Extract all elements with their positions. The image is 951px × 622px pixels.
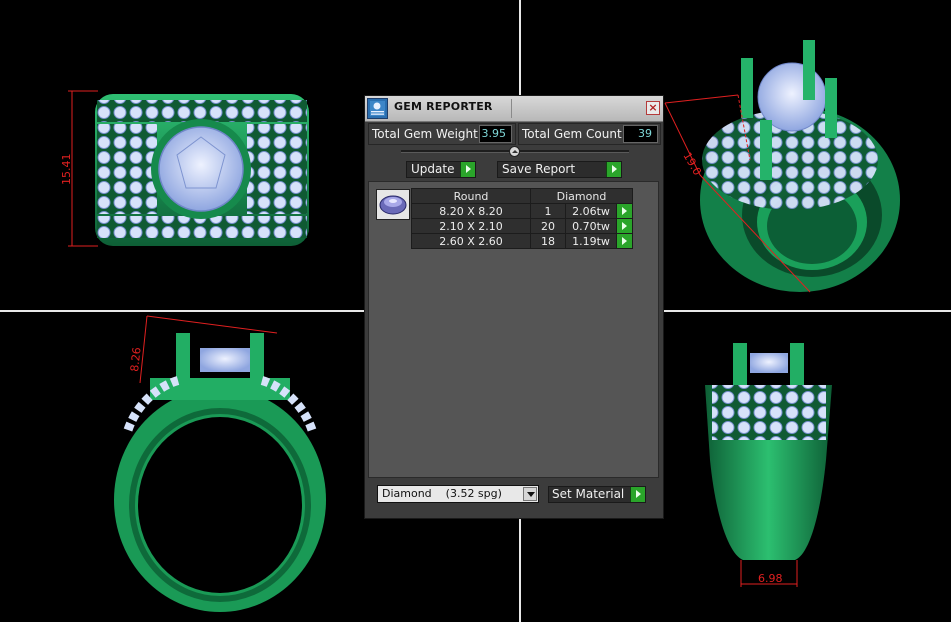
set-material-button[interactable]: Set Material <box>548 486 646 503</box>
row-go-button[interactable] <box>616 233 633 249</box>
chevron-down-icon[interactable] <box>523 487 537 501</box>
gem-list-area[interactable]: Round Diamond 8.20 X 8.20 1 2.06tw 2.10 … <box>368 181 659 478</box>
perspective-view-ring <box>700 40 900 292</box>
table-row[interactable]: 8.20 X 8.20 1 2.06tw <box>411 203 633 219</box>
gem-size: 2.60 X 2.60 <box>411 233 531 249</box>
close-button[interactable]: × <box>646 101 660 115</box>
gem-size: 2.10 X 2.10 <box>411 218 531 234</box>
bottom-view-ring <box>705 343 832 560</box>
panel-title: GEM REPORTER <box>394 100 493 113</box>
update-button[interactable]: Update <box>406 161 476 178</box>
material-select-value: Diamond (3.52 spg) <box>382 487 502 500</box>
round-gem-thumbnail-icon[interactable] <box>376 189 410 220</box>
gem-reporter-icon <box>367 98 388 119</box>
material-select[interactable]: Diamond (3.52 spg) <box>377 485 539 503</box>
front-dimension: 15.41 <box>60 90 98 247</box>
gem-weight: 2.06tw <box>565 203 617 219</box>
table-row[interactable]: 2.60 X 2.60 18 1.19tw <box>411 233 633 249</box>
row-go-button[interactable] <box>616 218 633 234</box>
bottom-dimension-label: 6.98 <box>758 572 783 585</box>
gem-size: 8.20 X 8.20 <box>411 203 531 219</box>
panel-titlebar[interactable]: GEM REPORTER × <box>365 96 663 122</box>
gem-count: 20 <box>530 218 566 234</box>
gem-weight: 0.70tw <box>565 218 617 234</box>
gem-weight: 1.19tw <box>565 233 617 249</box>
row-go-button[interactable] <box>616 203 633 219</box>
gem-count: 1 <box>530 203 566 219</box>
play-arrow-icon <box>460 162 475 177</box>
update-button-label: Update <box>411 162 455 176</box>
gem-table: Round Diamond 8.20 X 8.20 1 2.06tw 2.10 … <box>411 188 633 249</box>
total-count-value: 39 <box>623 125 658 143</box>
play-arrow-icon <box>630 487 645 502</box>
total-weight-value: 3.95 <box>479 125 512 143</box>
bottom-dimension: 6.98 <box>740 560 798 587</box>
header-material: Diamond <box>530 188 633 204</box>
front-dimension-label: 15.41 <box>60 154 73 186</box>
save-report-label: Save Report <box>502 162 576 176</box>
side-view-ring <box>114 333 326 612</box>
play-arrow-icon <box>606 162 621 177</box>
set-material-label: Set Material <box>552 487 625 501</box>
gem-count: 18 <box>530 233 566 249</box>
save-report-button[interactable]: Save Report <box>497 161 622 178</box>
total-count-label: Total Gem Count <box>522 127 622 141</box>
header-shape: Round <box>411 188 531 204</box>
perspective-dimension-label: 19.0 <box>680 150 704 178</box>
table-row[interactable]: 2.10 X 2.10 20 0.70tw <box>411 218 633 234</box>
side-dimension-label: 8.26 <box>128 347 143 373</box>
total-weight-label: Total Gem Weight <box>372 127 478 141</box>
front-view-ring <box>95 94 309 246</box>
title-divider <box>511 99 512 118</box>
gem-reporter-panel: GEM REPORTER × Total Gem Weight 3.95 Tot… <box>364 95 664 519</box>
collapse-toggle-icon[interactable] <box>509 146 520 157</box>
